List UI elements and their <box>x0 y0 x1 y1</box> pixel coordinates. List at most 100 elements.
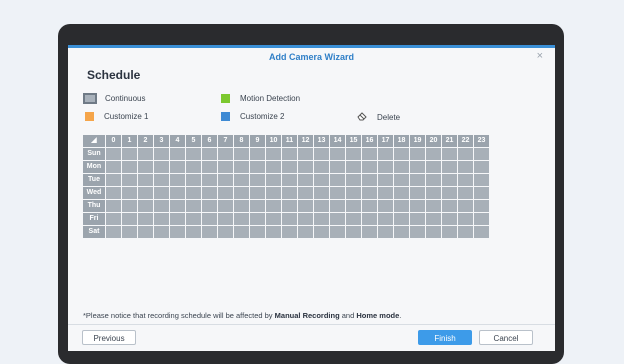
schedule-cell[interactable] <box>394 226 409 238</box>
schedule-cell[interactable] <box>410 200 425 212</box>
hour-header[interactable]: 20 <box>426 135 441 147</box>
schedule-cell[interactable] <box>218 226 233 238</box>
schedule-cell[interactable] <box>122 187 137 199</box>
schedule-cell[interactable] <box>378 174 393 186</box>
schedule-cell[interactable] <box>122 174 137 186</box>
schedule-cell[interactable] <box>426 213 441 225</box>
schedule-cell[interactable] <box>186 213 201 225</box>
schedule-cell[interactable] <box>330 187 345 199</box>
schedule-cell[interactable] <box>314 226 329 238</box>
day-header[interactable]: Mon <box>83 161 105 173</box>
schedule-cell[interactable] <box>458 226 473 238</box>
schedule-cell[interactable] <box>106 148 121 160</box>
schedule-cell[interactable] <box>266 213 281 225</box>
schedule-cell[interactable] <box>394 213 409 225</box>
schedule-cell[interactable] <box>442 226 457 238</box>
schedule-cell[interactable] <box>202 148 217 160</box>
schedule-cell[interactable] <box>474 200 489 212</box>
schedule-cell[interactable] <box>154 226 169 238</box>
schedule-cell[interactable] <box>170 213 185 225</box>
schedule-cell[interactable] <box>298 213 313 225</box>
schedule-cell[interactable] <box>138 226 153 238</box>
schedule-cell[interactable] <box>202 213 217 225</box>
schedule-cell[interactable] <box>346 174 361 186</box>
schedule-cell[interactable] <box>442 148 457 160</box>
schedule-cell[interactable] <box>346 148 361 160</box>
schedule-cell[interactable] <box>218 213 233 225</box>
hour-header[interactable]: 9 <box>250 135 265 147</box>
schedule-cell[interactable] <box>378 161 393 173</box>
schedule-cell[interactable] <box>202 161 217 173</box>
day-header[interactable]: Sat <box>83 226 105 238</box>
schedule-cell[interactable] <box>458 200 473 212</box>
schedule-cell[interactable] <box>170 226 185 238</box>
schedule-cell[interactable] <box>218 187 233 199</box>
schedule-cell[interactable] <box>186 187 201 199</box>
schedule-cell[interactable] <box>186 226 201 238</box>
schedule-cell[interactable] <box>106 200 121 212</box>
schedule-cell[interactable] <box>330 148 345 160</box>
schedule-cell[interactable] <box>474 148 489 160</box>
schedule-cell[interactable] <box>202 174 217 186</box>
schedule-cell[interactable] <box>154 174 169 186</box>
schedule-cell[interactable] <box>394 148 409 160</box>
schedule-cell[interactable] <box>250 174 265 186</box>
schedule-cell[interactable] <box>362 161 377 173</box>
schedule-cell[interactable] <box>202 200 217 212</box>
schedule-cell[interactable] <box>218 174 233 186</box>
schedule-cell[interactable] <box>266 148 281 160</box>
hour-header[interactable]: 23 <box>474 135 489 147</box>
schedule-cell[interactable] <box>362 187 377 199</box>
schedule-cell[interactable] <box>154 200 169 212</box>
schedule-cell[interactable] <box>186 148 201 160</box>
hour-header[interactable]: 10 <box>266 135 281 147</box>
schedule-cell[interactable] <box>282 148 297 160</box>
schedule-cell[interactable] <box>458 213 473 225</box>
hour-header[interactable]: 0 <box>106 135 121 147</box>
schedule-cell[interactable] <box>170 187 185 199</box>
schedule-cell[interactable] <box>234 161 249 173</box>
schedule-cell[interactable] <box>298 226 313 238</box>
schedule-cell[interactable] <box>250 187 265 199</box>
schedule-cell[interactable] <box>458 161 473 173</box>
schedule-cell[interactable] <box>346 213 361 225</box>
schedule-cell[interactable] <box>154 148 169 160</box>
schedule-cell[interactable] <box>170 174 185 186</box>
schedule-cell[interactable] <box>266 200 281 212</box>
schedule-cell[interactable] <box>282 213 297 225</box>
legend-motion-detection[interactable]: Motion Detection <box>221 94 300 103</box>
day-header[interactable]: Sun <box>83 148 105 160</box>
schedule-cell[interactable] <box>474 213 489 225</box>
schedule-cell[interactable] <box>362 213 377 225</box>
schedule-cell[interactable] <box>218 200 233 212</box>
schedule-cell[interactable] <box>474 187 489 199</box>
schedule-cell[interactable] <box>314 200 329 212</box>
schedule-cell[interactable] <box>234 213 249 225</box>
legend-continuous[interactable]: Continuous <box>83 93 145 104</box>
hour-header[interactable]: 17 <box>378 135 393 147</box>
hour-header[interactable]: 18 <box>394 135 409 147</box>
hour-header[interactable]: 1 <box>122 135 137 147</box>
schedule-cell[interactable] <box>426 174 441 186</box>
schedule-cell[interactable] <box>378 226 393 238</box>
schedule-cell[interactable] <box>314 213 329 225</box>
schedule-cell[interactable] <box>426 161 441 173</box>
hour-header[interactable]: 7 <box>218 135 233 147</box>
schedule-cell[interactable] <box>442 200 457 212</box>
schedule-cell[interactable] <box>362 226 377 238</box>
schedule-cell[interactable] <box>442 161 457 173</box>
schedule-cell[interactable] <box>234 187 249 199</box>
schedule-cell[interactable] <box>234 226 249 238</box>
schedule-cell[interactable] <box>458 174 473 186</box>
schedule-cell[interactable] <box>234 148 249 160</box>
schedule-cell[interactable] <box>394 174 409 186</box>
schedule-cell[interactable] <box>250 200 265 212</box>
hour-header[interactable]: 11 <box>282 135 297 147</box>
schedule-cell[interactable] <box>330 213 345 225</box>
schedule-cell[interactable] <box>330 161 345 173</box>
schedule-cell[interactable] <box>138 148 153 160</box>
finish-button[interactable]: Finish <box>418 330 472 345</box>
select-all-corner[interactable]: ◢ <box>83 135 105 147</box>
schedule-cell[interactable] <box>250 148 265 160</box>
schedule-cell[interactable] <box>170 148 185 160</box>
